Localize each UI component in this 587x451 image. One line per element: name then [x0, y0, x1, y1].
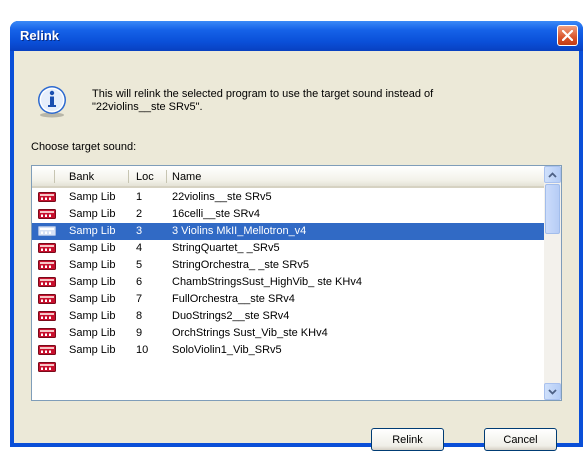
- row-name-cell: 3 Violins MkII_Mellotron_v4: [172, 225, 307, 237]
- relink-button[interactable]: Relink: [371, 428, 444, 451]
- table-row[interactable]: Samp Lib 2 16celli__ste SRv4: [32, 206, 544, 223]
- close-icon: [562, 30, 573, 41]
- sound-bank-icon: [38, 311, 56, 321]
- message-line-1: This will relink the selected program to…: [92, 88, 434, 100]
- row-loc-cell: 5: [136, 259, 143, 271]
- header-separator[interactable]: [54, 170, 55, 183]
- row-loc-cell: 2: [136, 208, 143, 220]
- row-name-cell: 16celli__ste SRv4: [172, 208, 261, 220]
- scroll-down-button[interactable]: [544, 383, 561, 400]
- table-row[interactable]: Samp Lib 5 StringOrchestra_ _ste SRv5: [32, 257, 544, 274]
- sound-bank-icon: [38, 243, 56, 253]
- row-bank-cell: Samp Lib: [69, 242, 116, 254]
- dialog-title: Relink: [20, 28, 60, 43]
- sound-bank-icon: [38, 328, 56, 338]
- sound-bank-icon: [38, 260, 56, 270]
- sound-bank-icon: [38, 226, 56, 236]
- row-bank-cell: Samp Lib: [69, 208, 116, 220]
- table-row[interactable]: [32, 359, 544, 376]
- chevron-down-icon: [548, 388, 557, 395]
- table-row[interactable]: Samp Lib 8 DuoStrings2__ste SRv4: [32, 308, 544, 325]
- choose-target-label: Choose target sound:: [31, 141, 137, 153]
- chevron-up-icon: [548, 171, 557, 178]
- column-header-loc[interactable]: Loc: [136, 171, 154, 183]
- close-button[interactable]: [557, 25, 578, 46]
- table-row[interactable]: Samp Lib 9 OrchStrings Sust_Vib_ste KHv4: [32, 325, 544, 342]
- row-loc-cell: 3: [136, 225, 143, 237]
- dialog-message: This will relink the selected program to…: [92, 88, 542, 114]
- table-row[interactable]: Samp Lib 7 FullOrchestra__ste SRv4: [32, 291, 544, 308]
- row-name-cell: ChambStringsSust_HighVib_ ste KHv4: [172, 276, 362, 288]
- row-name-cell: StringOrchestra_ _ste SRv5: [172, 259, 309, 271]
- table-row[interactable]: Samp Lib 1 22violins__ste SRv5: [32, 189, 544, 206]
- sound-bank-icon: [38, 209, 56, 219]
- table-row[interactable]: Samp Lib 4 StringQuartet_ _SRv5: [32, 240, 544, 257]
- row-loc-cell: 10: [136, 344, 149, 356]
- scroll-thumb[interactable]: [545, 184, 560, 234]
- row-loc-cell: 6: [136, 276, 143, 288]
- table-row[interactable]: Samp Lib 3 3 Violins MkII_Mellotron_v4: [32, 223, 544, 240]
- row-bank-cell: Samp Lib: [69, 191, 116, 203]
- sound-list[interactable]: Bank Loc Name Samp Lib 1 22violins__ste SR…: [31, 165, 562, 401]
- row-bank-cell: Samp Lib: [69, 344, 116, 356]
- sound-bank-icon: [38, 362, 56, 372]
- row-bank-cell: Samp Lib: [69, 225, 116, 237]
- table-row[interactable]: Samp Lib 6 ChambStringsSust_HighVib_ ste K…: [32, 274, 544, 291]
- scroll-up-button[interactable]: [544, 166, 561, 183]
- message-line-2: "22violins__ste SRv5".: [92, 101, 203, 113]
- row-name-cell: DuoStrings2__ste SRv4: [172, 310, 290, 322]
- row-bank-cell: Samp Lib: [69, 276, 116, 288]
- list-header: Bank Loc Name: [32, 166, 544, 188]
- dialog-client-area: This will relink the selected program to…: [14, 51, 579, 451]
- vertical-scrollbar[interactable]: [544, 166, 561, 400]
- header-separator[interactable]: [128, 170, 129, 183]
- title-bar[interactable]: Relink: [10, 21, 583, 51]
- row-bank-cell: Samp Lib: [69, 259, 116, 271]
- row-name-cell: 22violins__ste SRv5: [172, 191, 272, 203]
- row-loc-cell: 7: [136, 293, 143, 305]
- sound-bank-icon: [38, 294, 56, 304]
- sound-bank-icon: [38, 192, 56, 202]
- row-name-cell: StringQuartet_ _SRv5: [172, 242, 280, 254]
- row-bank-cell: Samp Lib: [69, 310, 116, 322]
- row-loc-cell: 1: [136, 191, 143, 203]
- column-header-name[interactable]: Name: [172, 171, 201, 183]
- row-name-cell: SoloViolin1_Vib_SRv5: [172, 344, 282, 356]
- row-bank-cell: Samp Lib: [69, 293, 116, 305]
- relink-dialog: Relink This will relink the selected pro…: [10, 21, 583, 451]
- column-header-bank[interactable]: Bank: [69, 171, 94, 183]
- row-name-cell: OrchStrings Sust_Vib_ste KHv4: [172, 327, 328, 339]
- row-bank-cell: Samp Lib: [69, 327, 116, 339]
- row-loc-cell: 4: [136, 242, 143, 254]
- row-name-cell: FullOrchestra__ste SRv4: [172, 293, 295, 305]
- row-loc-cell: 9: [136, 327, 143, 339]
- sound-bank-icon: [38, 277, 56, 287]
- info-icon: [38, 86, 66, 118]
- table-row[interactable]: Samp Lib 10 SoloViolin1_Vib_SRv5: [32, 342, 544, 359]
- row-loc-cell: 8: [136, 310, 143, 322]
- cancel-button[interactable]: Cancel: [484, 428, 557, 451]
- header-separator[interactable]: [166, 170, 167, 183]
- sound-bank-icon: [38, 345, 56, 355]
